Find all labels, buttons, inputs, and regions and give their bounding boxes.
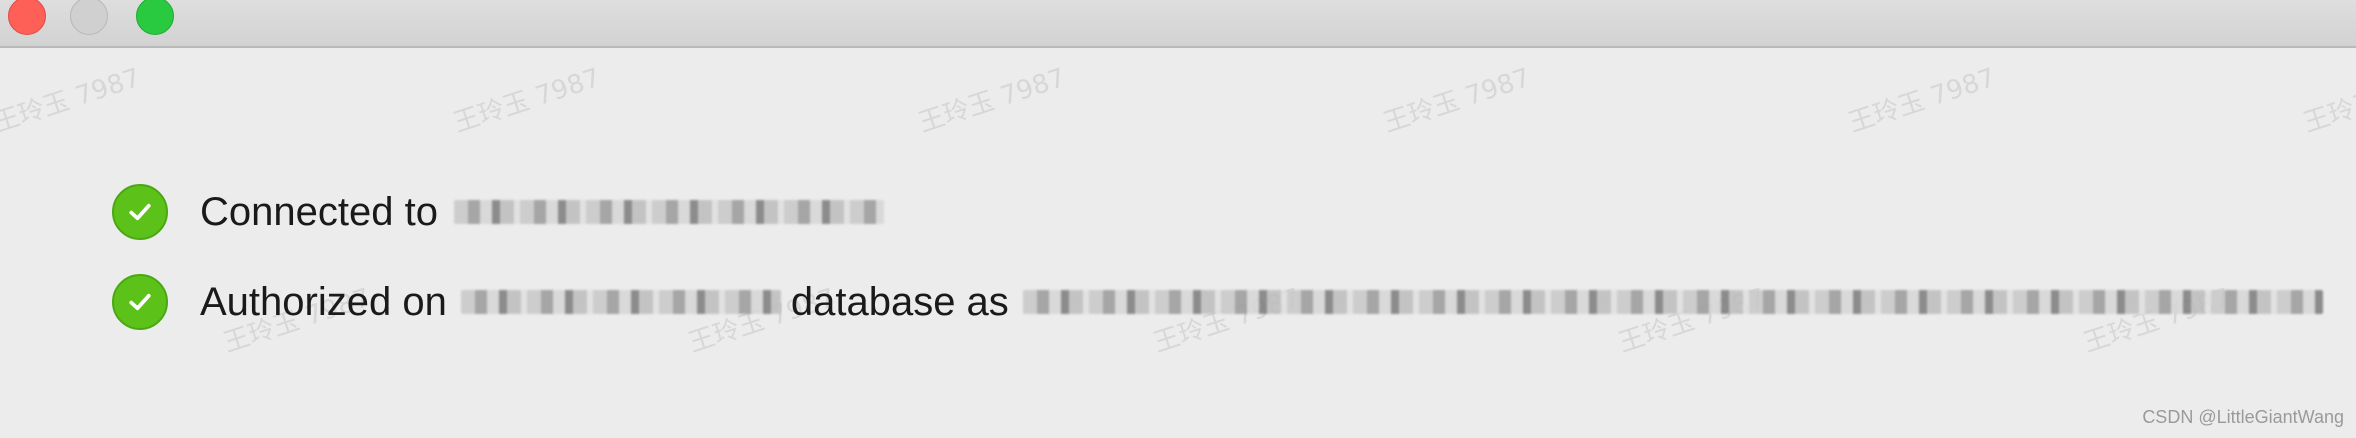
app-window: 王玲玉 7987 王玲玉 7987 王玲玉 7987 王玲玉 7987 王玲玉 … [0, 0, 2356, 438]
authorization-status-row: Authorized on database as [112, 272, 2329, 332]
watermark: 王玲玉 7987 [1379, 63, 1535, 139]
watermark: 王玲玉 7987 [0, 63, 145, 139]
connection-status-row: Connected to [112, 182, 890, 242]
redacted-database-name [460, 290, 781, 314]
database-as-label: database as [790, 279, 1009, 324]
redacted-host [453, 200, 884, 224]
footer-credit: CSDN @LittleGiantWang [2142, 407, 2344, 427]
redacted-user [1022, 290, 2323, 314]
zoom-window-button[interactable] [136, 0, 174, 35]
checkmark-circle-icon [112, 184, 168, 240]
title-bar [0, 0, 2356, 48]
watermark: 王玲玉 7987 [914, 63, 1070, 139]
authorization-status-text: Authorized on database as [200, 280, 2329, 325]
watermark: 王玲玉 7987 [2299, 63, 2356, 139]
close-window-button[interactable] [8, 0, 46, 35]
checkmark-circle-icon [112, 274, 168, 330]
minimize-window-button[interactable] [70, 0, 108, 35]
watermark: 王玲玉 7987 [449, 63, 605, 139]
watermark: 王玲玉 7987 [1844, 63, 2000, 139]
authorized-label: Authorized on [200, 279, 447, 324]
connection-status-text: Connected to [200, 190, 890, 235]
connected-label: Connected to [200, 189, 438, 234]
